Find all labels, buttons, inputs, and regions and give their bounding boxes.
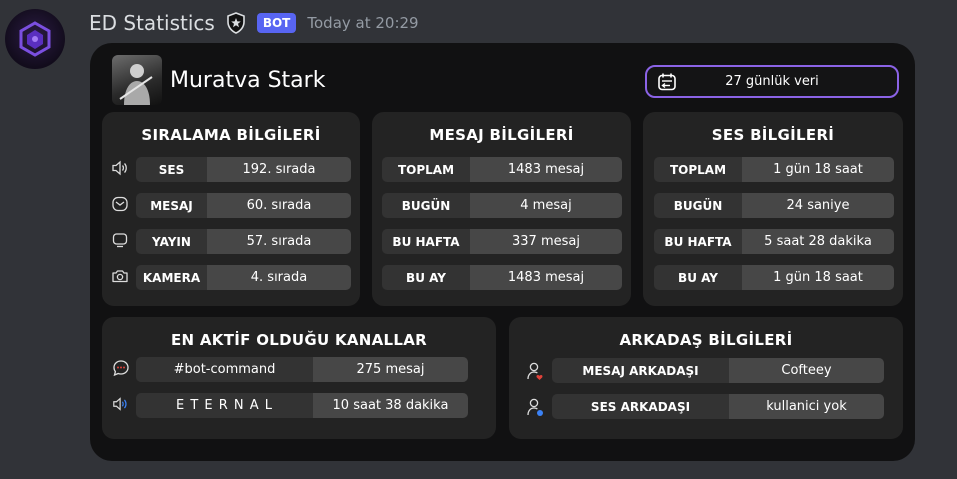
messages-row-value: 1483 mesaj [470,157,622,182]
bot-logo-icon [19,21,51,57]
messages-title: MESAJ BİLGİLERİ [429,126,574,144]
channel-value: 10 saat 38 dakika [313,393,468,418]
channels-title: EN AKTİF OLDUĞU KANALLAR [170,331,428,349]
channel-name: E T E R N A L [136,393,313,418]
channel-row[interactable]: #bot-command 275 mesaj [136,357,468,382]
ranking-title: SIRALAMA BİLGİLERİ [141,126,321,144]
voice-row-value: 24 saniye [742,193,894,218]
messages-row-label: TOPLAM [382,157,470,182]
profile-header: Muratva Stark [112,55,325,105]
voice-row-label: TOPLAM [654,157,742,182]
message-header: ED Statistics BOT Today at 20:29 [89,8,419,38]
voice-title: SES BİLGİLERİ [711,126,835,144]
ranking-row-value: 4. sırada [207,265,351,290]
ranking-row: YAYIN 57. sırada [136,229,351,254]
voice-row-label: BUGÜN [654,193,742,218]
period-badge: 27 günlük veri [645,65,899,98]
friend-row-label: MESAJ ARKADAŞI [552,358,729,383]
user-heart-icon [526,362,544,380]
messages-row-value: 337 mesaj [470,229,622,254]
voice-row: BU AY 1 gün 18 saat [654,265,894,290]
voice-row: TOPLAM 1 gün 18 saat [654,157,894,182]
voice-row-label: BU HAFTA [654,229,742,254]
user-voice-icon [526,398,544,416]
channel-name: #bot-command [136,357,313,382]
ranking-row-label: YAYIN [136,229,207,254]
friend-row[interactable]: SES ARKADAŞI kullanici yok [552,394,884,419]
calendar-icon [657,72,677,92]
friend-row-label: SES ARKADAŞI [552,394,729,419]
ranking-panel: SIRALAMA BİLGİLERİ SES 192. sırada MESAJ… [102,112,360,306]
messages-row-value: 4 mesaj [470,193,622,218]
messages-row-label: BUGÜN [382,193,470,218]
friend-row-value: Cofteey [729,358,884,383]
voice-row-value: 5 saat 28 dakika [742,229,894,254]
voice-channel-icon [112,395,130,413]
friend-row-value: kullanici yok [729,394,884,419]
ranking-row-label: SES [136,157,207,182]
timestamp: Today at 20:29 [307,14,419,32]
messages-row-value: 1483 mesaj [470,265,622,290]
messages-row: BUGÜN 4 mesaj [382,193,622,218]
stats-card[interactable]: Muratva Stark 27 günlük veri SIRALAMA Bİ… [90,43,915,461]
ranking-row-value: 192. sırada [207,157,351,182]
screen-icon [111,231,129,249]
voice-row-label: BU AY [654,265,742,290]
voice-panel: SES BİLGİLERİ TOPLAM 1 gün 18 saat BUGÜN… [643,112,903,306]
friends-title: ARKADAŞ BİLGİLERİ [619,331,793,349]
messages-row-label: BU HAFTA [382,229,470,254]
voice-row: BUGÜN 24 saniye [654,193,894,218]
ranking-row-label: MESAJ [136,193,207,218]
ranking-row-label: KAMERA [136,265,207,290]
messages-row: BU AY 1483 mesaj [382,265,622,290]
messages-row: TOPLAM 1483 mesaj [382,157,622,182]
bot-avatar[interactable] [5,9,65,69]
chat-bubble-icon [112,359,130,377]
channels-panel: EN AKTİF OLDUĞU KANALLAR #bot-command 27… [102,317,496,439]
channel-value: 275 mesaj [313,357,468,382]
period-label: 27 günlük veri [725,74,819,89]
ranking-row: KAMERA 4. sırada [136,265,351,290]
voice-row-value: 1 gün 18 saat [742,157,894,182]
message-icon [111,195,129,213]
messages-row-label: BU AY [382,265,470,290]
ranking-row-value: 57. sırada [207,229,351,254]
bot-tag: BOT [256,13,297,33]
voice-row-value: 1 gün 18 saat [742,265,894,290]
shield-badge-icon [224,11,248,35]
friend-row[interactable]: MESAJ ARKADAŞI Cofteey [552,358,884,383]
friends-panel: ARKADAŞ BİLGİLERİ MESAJ ARKADAŞI Cofteey… [509,317,903,439]
ranking-row: MESAJ 60. sırada [136,193,351,218]
messages-panel: MESAJ BİLGİLERİ TOPLAM 1483 mesaj BUGÜN … [372,112,631,306]
voice-row: BU HAFTA 5 saat 28 dakika [654,229,894,254]
channel-row[interactable]: E T E R N A L 10 saat 38 dakika [136,393,468,418]
camera-icon [111,267,129,285]
ranking-row-value: 60. sırada [207,193,351,218]
username[interactable]: ED Statistics [89,11,215,35]
profile-picture [112,55,162,105]
ranking-row: SES 192. sırada [136,157,351,182]
messages-row: BU HAFTA 337 mesaj [382,229,622,254]
speaker-icon [111,159,129,177]
profile-name: Muratva Stark [170,67,326,93]
